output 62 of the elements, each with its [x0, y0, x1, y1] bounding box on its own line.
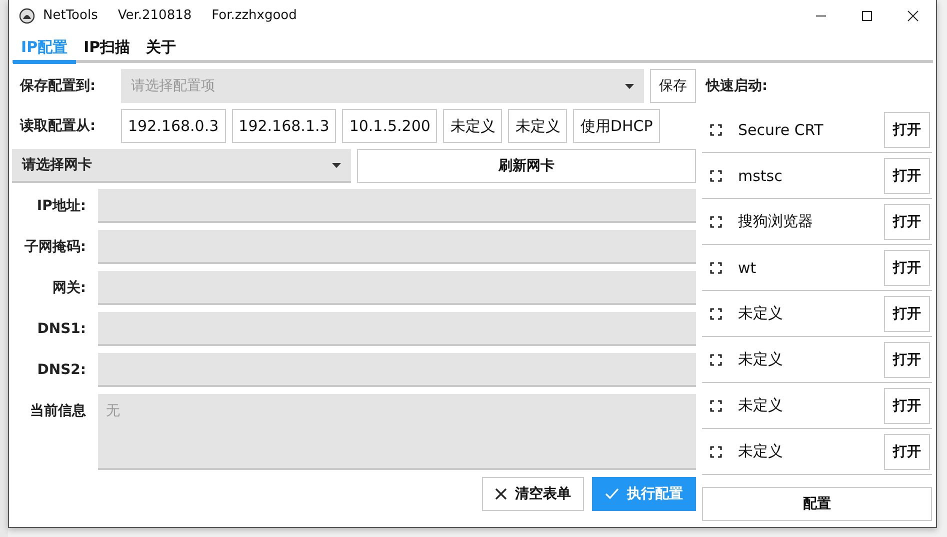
open-button[interactable]: 打开 — [884, 388, 930, 424]
app-icon — [710, 170, 722, 182]
open-button[interactable]: 打开 — [884, 342, 930, 378]
app-icon — [710, 446, 722, 458]
maximize-icon — [861, 10, 873, 22]
preset-button[interactable]: 192.168.1.3 — [232, 109, 336, 143]
preset-button[interactable]: 未定义 — [443, 109, 502, 143]
clear-button[interactable]: 清空表单 — [482, 477, 584, 511]
configure-button[interactable]: 配置 — [702, 487, 932, 521]
save-button[interactable]: 保存 — [650, 69, 696, 103]
close-icon — [495, 488, 507, 500]
input-field[interactable] — [98, 230, 696, 264]
preset-button[interactable]: 未定义 — [508, 109, 568, 143]
app-icon — [710, 216, 722, 228]
app-name: 未定义 — [738, 350, 784, 369]
app-name: 未定义 — [738, 396, 784, 415]
preset-button[interactable]: 192.168.0.3 — [121, 109, 226, 143]
input-field[interactable] — [98, 271, 696, 305]
preset-button[interactable]: 10.1.5.200 — [342, 109, 438, 143]
author-label: For.zzhxgood — [212, 8, 297, 23]
app-icon — [710, 262, 722, 274]
app-icon — [710, 308, 722, 320]
dropdown-arrow-icon — [625, 84, 634, 88]
app-name: 未定义 — [738, 304, 784, 323]
app-name: 搜狗浏览器 — [738, 212, 814, 231]
app-name: mstsc — [738, 166, 784, 184]
field-label: DNS1: — [36, 321, 87, 337]
field-label: IP地址: — [36, 197, 87, 215]
version-label: Ver.210818 — [118, 8, 192, 23]
field-label: 子网掩码: — [23, 238, 87, 256]
field-label: 网关: — [51, 279, 87, 297]
open-button[interactable]: 打开 — [884, 296, 930, 332]
refresh-button[interactable]: 刷新网卡 — [357, 149, 696, 183]
preset-button[interactable]: 使用DHCP — [573, 109, 660, 143]
app-name: 未定义 — [738, 442, 784, 461]
open-button[interactable]: 打开 — [884, 204, 930, 240]
open-button[interactable]: 打开 — [884, 434, 930, 470]
app-icon — [710, 124, 722, 136]
row-label: 读取配置从: — [18, 117, 97, 135]
open-button[interactable]: 打开 — [884, 158, 930, 194]
check-icon — [605, 488, 619, 500]
window-title: NetTools — [43, 8, 98, 23]
app-name: wt — [738, 258, 758, 276]
open-button[interactable]: 打开 — [884, 112, 930, 148]
network-card-dropdown[interactable]: 请选择网卡 — [12, 149, 351, 183]
tab[interactable]: 关于 — [138, 31, 184, 64]
app-name: Secure CRT — [738, 120, 824, 138]
section-title: 快速启动: — [706, 76, 769, 96]
field-label: DNS2: — [36, 362, 87, 378]
dropdown-arrow-icon — [332, 162, 341, 168]
open-button[interactable]: 打开 — [884, 250, 930, 286]
app-icon — [710, 400, 722, 412]
close-icon — [907, 10, 919, 22]
field-label: 当前信息 — [29, 402, 87, 420]
row-label: 保存配置到: — [18, 77, 97, 95]
input-field[interactable] — [98, 189, 696, 223]
input-field[interactable] — [98, 353, 696, 387]
app-icon — [710, 354, 722, 366]
info-box[interactable]: 无 — [98, 394, 696, 470]
input-field[interactable] — [98, 312, 696, 346]
tab[interactable]: IP扫描 — [76, 31, 138, 64]
app-logo-icon — [19, 8, 35, 24]
